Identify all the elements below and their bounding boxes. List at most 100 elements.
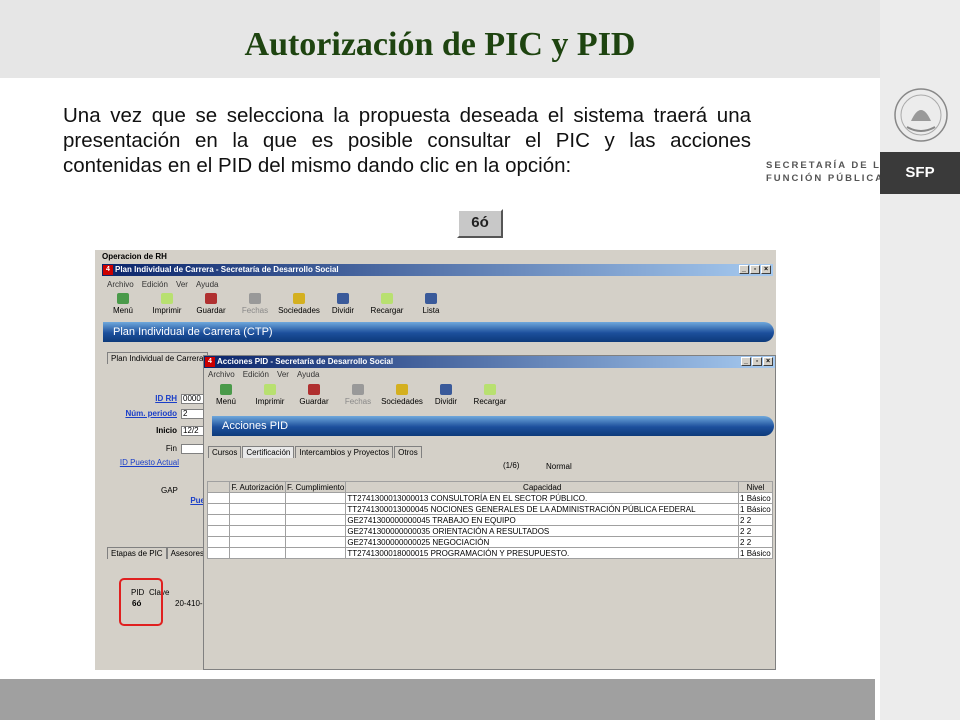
outer-toolbar: Menú Imprimir Guardar Fechas Sociedades … (101, 293, 453, 315)
inner-menu-archivo[interactable]: Archivo (208, 370, 235, 379)
inner-app-logo-icon: 4 (205, 357, 215, 367)
table-row[interactable]: TT2741300013000013 CONSULTORÍA EN EL SEC… (207, 492, 773, 504)
inner-reload-button[interactable]: Recargar (468, 384, 512, 406)
inner-menu-button[interactable]: Menú (204, 384, 248, 406)
inner-toolbar: Menú Imprimir Guardar Fechas Sociedades … (204, 384, 512, 406)
tab-cursos[interactable]: Cursos (208, 446, 242, 458)
tab-certificacion[interactable]: Certificación (242, 446, 295, 458)
mexico-emblem-icon (894, 88, 948, 142)
save-icon (205, 293, 217, 304)
row-code: TT2741300018000015 (347, 548, 429, 558)
sfp-logo: SFP (880, 152, 960, 194)
split-button[interactable]: Dividir (321, 293, 365, 315)
outer-menubar: Archivo Edición Ver Ayuda (107, 280, 219, 289)
save-button[interactable]: Guardar (189, 293, 233, 315)
inner-print-button[interactable]: Imprimir (248, 384, 292, 406)
minimize-button[interactable]: _ (739, 265, 749, 274)
table-row[interactable]: GE2741300000000035 ORIENTACIÓN A RESULTA… (207, 525, 773, 537)
outer-window-title: Plan Individual de Carrera - Secretaría … (115, 265, 339, 274)
inner-menubar: Archivo Edición Ver Ayuda (208, 370, 320, 379)
col-capacidad: Capacidad (345, 481, 739, 493)
print-icon (161, 293, 173, 304)
row-code: GE2741300000000025 (347, 537, 431, 547)
app-screenshot: Operacion de RH 4 Plan Individual de Car… (95, 250, 776, 670)
num-periodo-label[interactable]: Núm. periodo (115, 409, 177, 418)
inner-save-icon (308, 384, 320, 395)
tab-etapas-pic[interactable]: Etapas de PIC (107, 547, 167, 559)
inner-split-icon (440, 384, 452, 395)
menu-ver[interactable]: Ver (176, 280, 188, 289)
table-row[interactable]: GE2741300000000045 TRABAJO EN EQUIPO 2 2 (207, 514, 773, 526)
secretaria-line1: SECRETARÍA DE LA (766, 160, 890, 171)
row-code: GE2741300000000045 (347, 515, 431, 525)
operacion-label: Operacion de RH (102, 252, 167, 261)
table-row[interactable]: TT2741300018000015 PROGRAMACIÓN Y PRESUP… (207, 547, 773, 559)
outer-window-titlebar: 4 Plan Individual de Carrera - Secretarí… (102, 264, 773, 276)
table-row[interactable]: GE2741300000000025 NEGOCIACIÓN 2 2 (207, 536, 773, 548)
pid-highlight-circle (119, 578, 163, 626)
slide-title: Autorización de PIC y PID (244, 26, 636, 63)
inner-menu-ver[interactable]: Ver (277, 370, 289, 379)
reload-icon (381, 293, 393, 304)
dates-icon (249, 293, 261, 304)
inner-window-titlebar: 4 Acciones PID - Secretaría de Desarroll… (204, 356, 775, 368)
outer-banner: Plan Individual de Carrera (CTP) (103, 322, 774, 342)
split-icon (337, 293, 349, 304)
restore-button[interactable]: ▫ (750, 265, 760, 274)
inner-restore-button[interactable]: ▫ (752, 357, 762, 366)
row-code: TT2741300013000013 (347, 493, 429, 503)
tab-otros[interactable]: Otros (394, 446, 422, 458)
inner-close-button[interactable]: × (763, 357, 773, 366)
inner-minimize-button[interactable]: _ (741, 357, 751, 366)
row-capacidad: ORIENTACIÓN A RESULTADOS (432, 526, 550, 536)
menu-edicion[interactable]: Edición (142, 280, 168, 289)
col-f-cumplimiento: F. Cumplimiento (284, 481, 347, 493)
gap-link[interactable]: Pue (185, 496, 205, 505)
sociedades-button[interactable]: Sociedades (277, 293, 321, 315)
pic-panel: Plan Individual de Carrera ID RH 0000 Nú… (105, 350, 209, 542)
row-capacidad: PROGRAMACIÓN Y PRESUPUESTO. (430, 548, 570, 558)
tab-plan-individual[interactable]: Plan Individual de Carrera (107, 352, 208, 364)
inner-tabs: Cursos Certificación Intercambios y Proy… (208, 446, 423, 458)
inner-split-button[interactable]: Dividir (424, 384, 468, 406)
print-button[interactable]: Imprimir (145, 293, 189, 315)
acciones-pid-window: 4 Acciones PID - Secretaría de Desarroll… (203, 355, 776, 670)
id-puesto-label[interactable]: ID Puesto Actual (107, 458, 179, 467)
table-row[interactable]: TT2741300013000045 NOCIONES GENERALES DE… (207, 503, 773, 515)
row-capacidad: CONSULTORÍA EN EL SECTOR PÚBLICO. (430, 493, 588, 503)
sociedades-icon (293, 293, 305, 304)
inner-save-button[interactable]: Guardar (292, 384, 336, 406)
inner-menu-edicion[interactable]: Edición (243, 370, 269, 379)
tab-intercambios[interactable]: Intercambios y Proyectos (295, 446, 394, 458)
dates-button[interactable]: Fechas (233, 293, 277, 315)
row-capacidad: NEGOCIACIÓN (432, 537, 490, 547)
close-button[interactable]: × (761, 265, 771, 274)
row-capacidad: TRABAJO EN EQUIPO (432, 515, 516, 525)
inner-menu-icon (220, 384, 232, 395)
id-rh-label[interactable]: ID RH (127, 394, 177, 403)
inner-banner: Acciones PID (212, 416, 774, 436)
list-icon (425, 293, 437, 304)
inner-print-icon (264, 384, 276, 395)
row-code: GE2741300000000035 (347, 526, 431, 536)
inner-menu-ayuda[interactable]: Ayuda (297, 370, 320, 379)
menu-button[interactable]: Menú (101, 293, 145, 315)
acciones-grid: F. Autorización F. Cumplimiento Capacida… (207, 481, 773, 559)
pager-label: (1/6) (503, 461, 520, 470)
inicio-label: Inicio (156, 426, 177, 435)
normal-label: Normal (546, 462, 572, 471)
inner-dates-icon (352, 384, 364, 395)
menu-ayuda[interactable]: Ayuda (196, 280, 219, 289)
inner-window-title: Acciones PID - Secretaría de Desarrollo … (217, 357, 394, 366)
app-logo-icon: 4 (103, 265, 113, 275)
menu-icon (117, 293, 129, 304)
menu-archivo[interactable]: Archivo (107, 280, 134, 289)
fin-label: Fin (165, 444, 177, 453)
bottom-bar (0, 679, 875, 720)
row-capacidad: NOCIONES GENERALES DE LA ADMINISTRACIÓN … (430, 504, 696, 514)
reload-button[interactable]: Recargar (365, 293, 409, 315)
list-button[interactable]: Lista (409, 293, 453, 315)
inner-sociedades-button[interactable]: Sociedades (380, 384, 424, 406)
inner-dates-button[interactable]: Fechas (336, 384, 380, 406)
lower-tabs: Etapas de PIC Asesores p (107, 547, 215, 559)
